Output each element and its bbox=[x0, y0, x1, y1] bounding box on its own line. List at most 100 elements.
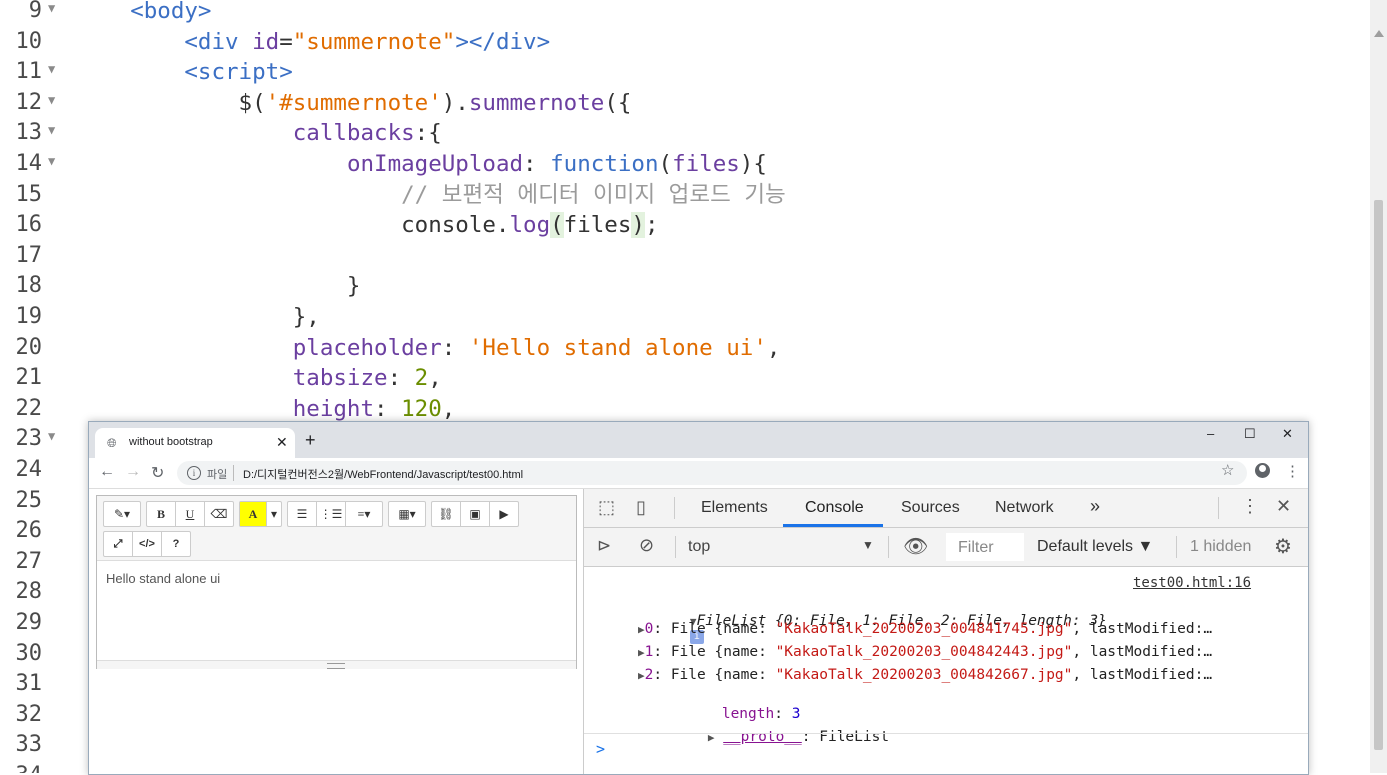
bold-button[interactable]: B bbox=[147, 502, 176, 526]
device-toolbar-icon[interactable]: ▯ bbox=[636, 497, 646, 518]
file-entry[interactable]: ▶2: File {name: "KakaoTalk_20200203_0048… bbox=[638, 667, 1212, 683]
expand-arrow-icon[interactable]: ▶ bbox=[638, 646, 645, 659]
editor-content-area[interactable]: Hello stand alone ui bbox=[97, 561, 576, 661]
code-token: tabsize bbox=[292, 365, 388, 392]
close-devtools-icon[interactable]: ✕ bbox=[1276, 496, 1291, 517]
show-sidebar-icon[interactable]: ⊳ bbox=[597, 536, 611, 556]
tab-elements[interactable]: Elements bbox=[701, 499, 768, 517]
new-tab-button[interactable]: + bbox=[305, 431, 316, 449]
underline-button[interactable]: U bbox=[176, 502, 205, 526]
fold-arrow-icon[interactable]: ▼ bbox=[48, 0, 55, 20]
forward-arrow-icon[interactable]: → bbox=[125, 463, 141, 481]
unordered-list-button[interactable]: ☰ bbox=[288, 502, 317, 526]
code-token: placeholder bbox=[292, 334, 442, 361]
paragraph-align-button[interactable]: ≡▾ bbox=[346, 502, 382, 526]
minimize-button[interactable]: – bbox=[1207, 426, 1214, 441]
console-prompt[interactable]: > bbox=[596, 740, 605, 758]
file-name: "KakaoTalk_20200203_004841745.jpg" bbox=[775, 621, 1073, 637]
scroll-up-arrow-icon[interactable] bbox=[1374, 30, 1384, 37]
devtools-menu-icon[interactable]: ⋮ bbox=[1241, 496, 1259, 517]
help-button[interactable]: ? bbox=[162, 532, 190, 556]
window-close-button[interactable]: ✕ bbox=[1282, 426, 1293, 442]
fold-arrow-icon[interactable]: ▼ bbox=[48, 57, 55, 81]
code-token: <script> bbox=[184, 59, 293, 86]
code-token: '#summernote' bbox=[265, 89, 442, 116]
address-bar-row: ← → ↻ i 파일 D:/디지털컨버전스2월/WebFrontend/Java… bbox=[89, 458, 1308, 489]
tab-title: without bootstrap bbox=[129, 436, 213, 448]
scrollbar-thumb[interactable] bbox=[1374, 200, 1383, 750]
inspect-element-icon[interactable]: ⬚ bbox=[598, 497, 615, 518]
maximize-button[interactable]: ☐ bbox=[1244, 426, 1256, 442]
code-line: 9 ▼ <body> bbox=[0, 0, 1370, 26]
code-token: : bbox=[441, 334, 469, 361]
code-token: }, bbox=[76, 304, 320, 330]
line-number: 30 bbox=[15, 640, 43, 666]
code-text: <div id="summernote"></div> bbox=[76, 27, 550, 57]
fold-arrow-icon[interactable]: ▼ bbox=[48, 149, 55, 173]
proto-value: : FileList bbox=[801, 729, 890, 745]
editor-resize-handle[interactable] bbox=[97, 660, 576, 669]
eye-icon[interactable]: 👁︎ bbox=[903, 534, 928, 559]
fullscreen-button[interactable]: ⤢ bbox=[104, 532, 133, 556]
back-arrow-icon[interactable]: ← bbox=[99, 463, 115, 481]
link-button[interactable]: ⛓ bbox=[432, 502, 461, 526]
image-button[interactable]: ▣ bbox=[461, 502, 490, 526]
menu-kebab-icon[interactable]: ⋮ bbox=[1285, 462, 1300, 480]
editor-scrollbar[interactable] bbox=[1370, 0, 1387, 773]
log-levels-dropdown[interactable]: Default levels ▼ bbox=[1037, 538, 1153, 556]
tab-console[interactable]: Console bbox=[805, 499, 864, 517]
expand-arrow-icon[interactable]: ▶ bbox=[638, 623, 645, 636]
more-tabs-icon[interactable]: » bbox=[1090, 496, 1100, 517]
bookmark-star-icon[interactable]: ☆ bbox=[1221, 461, 1234, 479]
file-entry[interactable]: ▶0: File {name: "KakaoTalk_20200203_0048… bbox=[638, 621, 1212, 637]
code-token: , bbox=[441, 395, 456, 422]
chevron-down-icon[interactable]: ▼ bbox=[862, 538, 874, 552]
proto-entry[interactable]: ▶ __proto__: FileList bbox=[638, 713, 889, 761]
expand-arrow-icon[interactable]: ▶ bbox=[638, 669, 645, 682]
profile-avatar-icon[interactable] bbox=[1255, 463, 1270, 478]
code-token: ({ bbox=[604, 89, 632, 116]
code-token: ) bbox=[631, 212, 645, 239]
file-entry[interactable]: ▶1: File {name: "KakaoTalk_20200203_0048… bbox=[638, 644, 1212, 660]
tab-close-icon[interactable]: ✕ bbox=[276, 434, 288, 451]
fold-arrow-icon[interactable]: ▼ bbox=[48, 118, 55, 142]
tab-sources[interactable]: Sources bbox=[901, 499, 960, 517]
fold-arrow-icon[interactable]: ▼ bbox=[48, 424, 55, 448]
ordered-list-button[interactable]: ⋮☰ bbox=[317, 502, 346, 526]
line-number: 24 bbox=[15, 457, 43, 482]
line-number: 20 bbox=[15, 334, 43, 360]
code-token: callbacks bbox=[292, 120, 415, 147]
hidden-count: 1 hidden bbox=[1190, 538, 1252, 555]
clear-format-button[interactable]: ⌫ bbox=[205, 502, 233, 526]
fold-arrow-icon[interactable]: ▼ bbox=[48, 88, 55, 112]
resize-grip-icon[interactable] bbox=[327, 663, 345, 669]
gear-icon[interactable]: ⚙ bbox=[1274, 534, 1292, 559]
code-line: 10 <div id="summernote"></div> bbox=[0, 27, 1370, 57]
clear-console-icon[interactable]: ⊘ bbox=[639, 535, 654, 556]
filter-placeholder: Filter bbox=[958, 539, 994, 556]
info-icon[interactable]: i bbox=[187, 466, 201, 480]
source-link[interactable]: test00.html:16 bbox=[1133, 575, 1251, 591]
context-selector[interactable]: top bbox=[688, 538, 710, 556]
filter-input[interactable]: Filter bbox=[946, 533, 1024, 561]
file-rest: , lastModified:… bbox=[1072, 667, 1213, 683]
url-field[interactable]: i 파일 D:/디지털컨버전스2월/WebFrontend/Javascript… bbox=[177, 461, 1247, 485]
font-color-dropdown-button[interactable]: ▾ bbox=[267, 502, 281, 526]
video-button[interactable]: ▶ bbox=[490, 502, 518, 526]
reload-icon[interactable]: ↻ bbox=[151, 463, 164, 483]
code-line: 16 console.log(files); bbox=[0, 210, 1370, 240]
magic-style-button[interactable]: ✎▾ bbox=[104, 502, 140, 526]
line-number: 17 bbox=[15, 242, 43, 268]
code-view-button[interactable]: </> bbox=[133, 532, 162, 556]
code-line: 13 ▼ callbacks:{ bbox=[0, 118, 1370, 148]
tab-network[interactable]: Network bbox=[995, 499, 1054, 517]
table-button[interactable]: ▦▾ bbox=[389, 502, 425, 526]
code-token: files bbox=[563, 212, 632, 239]
font-color-button[interactable]: A bbox=[240, 502, 267, 526]
browser-tab[interactable]: 🌐︎ without bootstrap ✕ bbox=[95, 428, 295, 458]
devtools-tabbar: ⬚ ▯ Elements Console Sources Network » ⋮… bbox=[584, 489, 1308, 528]
line-number: 33 bbox=[15, 732, 43, 758]
line-number: 23 bbox=[15, 426, 43, 452]
